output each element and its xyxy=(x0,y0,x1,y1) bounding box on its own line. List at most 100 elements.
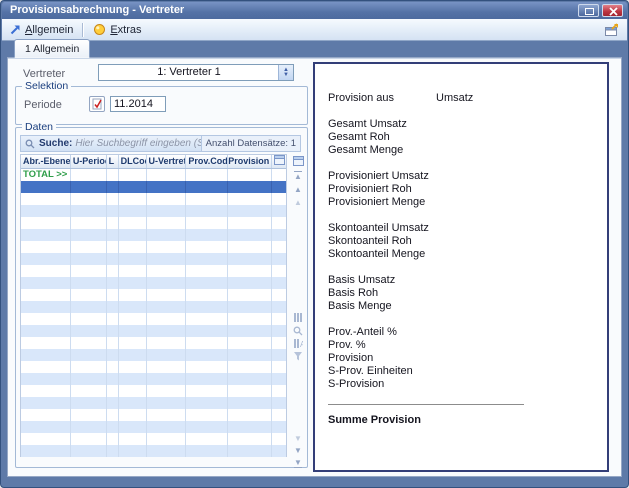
vertreter-value: 1: Vertreter 1 xyxy=(99,65,279,80)
table-row[interactable] xyxy=(21,217,286,229)
close-button[interactable] xyxy=(602,4,623,17)
table-row[interactable] xyxy=(21,313,286,325)
summary-group: Skontoanteil UmsatzSkontoanteil RohSkont… xyxy=(328,222,595,261)
search-bar[interactable]: Suche: Hier Suchbegriff eingeben (STRG+S… xyxy=(20,135,301,152)
periode-label: Periode xyxy=(24,99,62,111)
summary-row-label: S-Provision xyxy=(328,378,384,390)
summary-row: S-Provision xyxy=(328,378,595,391)
table-row-total[interactable]: TOTAL >> xyxy=(21,169,286,181)
arrow-ne-icon xyxy=(10,24,21,35)
tab-bar: 1 Allgemein xyxy=(8,40,621,58)
scroll-up-icon[interactable]: ▲ xyxy=(291,184,305,196)
column-header[interactable]: U-Vertreter xyxy=(147,155,187,168)
table-row[interactable] xyxy=(21,265,286,277)
detach-window-button[interactable] xyxy=(604,23,627,37)
sort-icon[interactable]: A xyxy=(291,339,305,351)
page-up-icon[interactable]: ▲ xyxy=(291,197,305,209)
scroll-bottom-icon[interactable]: ▼ xyxy=(291,457,305,469)
grid-nav-strip: ▲ ▲ ▲ A ▼ ▼ ▼ xyxy=(291,156,305,463)
table-row[interactable] xyxy=(21,421,286,433)
column-header[interactable]: L xyxy=(107,155,119,168)
toolbar-item-extras[interactable]: Extras xyxy=(85,19,149,40)
table-row[interactable] xyxy=(21,409,286,421)
table-row[interactable] xyxy=(21,289,286,301)
column-header[interactable]: DLCode xyxy=(119,155,147,168)
column-header[interactable]: Abr.-Ebene xyxy=(21,155,71,168)
summary-row-label: S-Prov. Einheiten xyxy=(328,365,413,377)
tab-allgemein[interactable]: 1 Allgemein xyxy=(14,39,90,58)
table-row[interactable] xyxy=(21,205,286,217)
summary-divider xyxy=(328,404,524,405)
page-down-icon[interactable]: ▼ xyxy=(291,433,305,445)
table-row[interactable] xyxy=(21,397,286,409)
toolbar-allgemein-label: Allgemein xyxy=(25,24,73,36)
title-bar[interactable]: Provisionsabrechnung - Vertreter xyxy=(2,2,627,19)
record-count-value: 1 xyxy=(291,138,296,149)
selektion-legend: Selektion xyxy=(22,80,71,92)
table-row[interactable] xyxy=(21,241,286,253)
summary-row: Skontoanteil Umsatz xyxy=(328,222,595,235)
summary-row-label: Provisioniert Umsatz xyxy=(328,170,429,182)
summary-total-label: Summe Provision xyxy=(328,414,595,426)
scroll-down-icon[interactable]: ▼ xyxy=(291,445,305,457)
periode-picker-icon xyxy=(92,98,103,110)
combobox-spinner[interactable]: ▲ ▼ xyxy=(278,65,293,80)
column-chooser-icon[interactable] xyxy=(272,155,286,168)
app-window: Provisionsabrechnung - Vertreter Allgeme… xyxy=(0,0,629,488)
scroll-top-icon[interactable]: ▲ xyxy=(291,171,305,183)
summary-row: Provisioniert Roh xyxy=(328,183,595,196)
summary-row-label: Skontoanteil Menge xyxy=(328,248,425,260)
summary-row-label: Provisioniert Roh xyxy=(328,183,412,195)
summary-row-label: Basis Roh xyxy=(328,287,378,299)
table-row[interactable] xyxy=(21,361,286,373)
table-row[interactable] xyxy=(21,337,286,349)
spinner-down-icon: ▼ xyxy=(283,73,289,78)
extras-icon xyxy=(93,23,106,36)
maximize-button[interactable] xyxy=(578,4,599,17)
summary-row-label: Provision xyxy=(328,352,373,364)
table-row[interactable] xyxy=(21,325,286,337)
vertreter-combobox[interactable]: 1: Vertreter 1 ▲ ▼ xyxy=(98,64,294,81)
summary-panel: Provision ausUmsatz Gesamt UmsatzGesamt R… xyxy=(313,62,609,472)
summary-group: Gesamt UmsatzGesamt RohGesamt Menge xyxy=(328,118,595,157)
table-row[interactable] xyxy=(21,445,286,457)
filter-icon[interactable] xyxy=(291,352,305,364)
toolbar-item-allgemein[interactable]: Allgemein xyxy=(2,19,81,40)
detach-window-icon xyxy=(604,23,619,37)
summary-row: Provisioniert Umsatz xyxy=(328,170,595,183)
column-header[interactable]: U-Periode xyxy=(71,155,107,168)
table-row[interactable] xyxy=(21,277,286,289)
table-row[interactable] xyxy=(21,373,286,385)
toolbar: Allgemein Extras xyxy=(2,19,627,41)
maximize-icon xyxy=(585,8,594,15)
column-header[interactable]: Provision € xyxy=(228,155,272,168)
grid-body: TOTAL >> xyxy=(21,169,286,457)
table-row[interactable] xyxy=(21,253,286,265)
table-row[interactable] xyxy=(21,433,286,445)
table-row[interactable] xyxy=(21,229,286,241)
summary-row: Provision ausUmsatz xyxy=(328,92,595,105)
summary-row: Basis Roh xyxy=(328,287,595,300)
table-row-selected[interactable] xyxy=(21,181,286,193)
search-placeholder[interactable]: Hier Suchbegriff eingeben (STRG+S) xyxy=(75,138,200,149)
record-count-badge: Anzahl Datensätze: 1 xyxy=(201,136,300,151)
table-row[interactable] xyxy=(21,193,286,205)
summary-row-label: Provision aus xyxy=(328,92,394,104)
column-header[interactable]: Prov.Code xyxy=(186,155,228,168)
toolbar-extras-label: Extras xyxy=(110,24,141,36)
columns-icon[interactable] xyxy=(291,313,305,325)
table-row[interactable] xyxy=(21,349,286,361)
summary-row: Skontoanteil Menge xyxy=(328,248,595,261)
summary-row-label: Gesamt Menge xyxy=(328,144,403,156)
summary-row-label: Skontoanteil Umsatz xyxy=(328,222,429,234)
summary-row: Skontoanteil Roh xyxy=(328,235,595,248)
periode-picker-button[interactable] xyxy=(89,96,105,112)
record-count-label: Anzahl Datensätze: xyxy=(206,138,288,149)
table-row[interactable] xyxy=(21,385,286,397)
periode-input[interactable] xyxy=(110,96,166,112)
summary-group: Prov.-Anteil %Prov. %ProvisionS-Prov. Ei… xyxy=(328,326,595,391)
grid-search-icon[interactable] xyxy=(291,326,305,338)
summary-row: Basis Menge xyxy=(328,300,595,313)
choose-columns-icon[interactable] xyxy=(291,156,305,168)
table-row[interactable] xyxy=(21,301,286,313)
